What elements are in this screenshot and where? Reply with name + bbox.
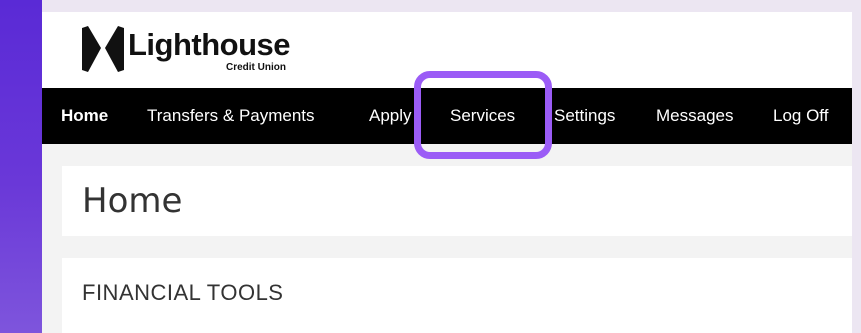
financial-tools-card: FINANCIAL TOOLS bbox=[62, 258, 852, 333]
nav-item-transfers-payments[interactable]: Transfers & Payments bbox=[147, 88, 315, 144]
brand-name: Lighthouse bbox=[128, 27, 291, 62]
screenshot-stage: Lighthouse Credit Union Home Transfers &… bbox=[0, 0, 861, 333]
brand-subtitle: Credit Union bbox=[226, 62, 286, 73]
background-top bbox=[42, 0, 861, 12]
main-nav: Home Transfers & Payments Apply Services… bbox=[42, 88, 852, 144]
background-strip bbox=[0, 0, 42, 333]
browser-page: Lighthouse Credit Union Home Transfers &… bbox=[42, 12, 852, 333]
header: Lighthouse Credit Union bbox=[42, 12, 852, 88]
nav-item-home[interactable]: Home bbox=[61, 88, 108, 144]
lighthouse-logo-icon bbox=[82, 26, 124, 72]
page-title-card: Home bbox=[62, 166, 852, 236]
nav-item-log-off[interactable]: Log Off bbox=[773, 88, 828, 144]
brand-logo[interactable]: Lighthouse Credit Union bbox=[82, 24, 322, 76]
nav-item-apply[interactable]: Apply bbox=[369, 88, 412, 144]
nav-item-messages[interactable]: Messages bbox=[656, 88, 733, 144]
nav-item-settings[interactable]: Settings bbox=[554, 88, 615, 144]
nav-item-services[interactable]: Services bbox=[450, 88, 515, 144]
financial-tools-heading: FINANCIAL TOOLS bbox=[82, 280, 284, 305]
background-right bbox=[852, 12, 861, 333]
page-title: Home bbox=[82, 181, 183, 221]
